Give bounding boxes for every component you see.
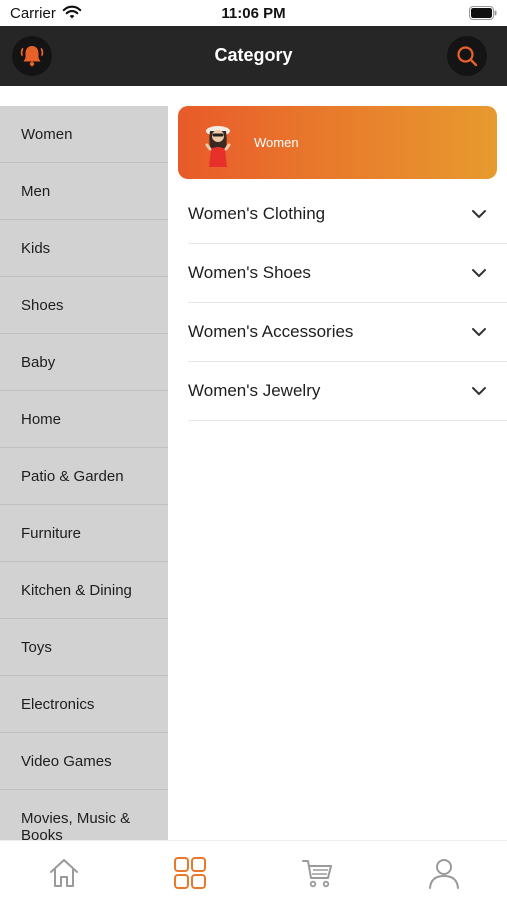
sidebar-item-kitchen-dining[interactable]: Kitchen & Dining xyxy=(0,562,168,619)
sidebar-item-shoes[interactable]: Shoes xyxy=(0,277,168,334)
sidebar-item-label: Toys xyxy=(21,638,52,656)
banner-label: Women xyxy=(254,135,299,150)
sidebar-item-label: Shoes xyxy=(21,296,64,314)
tab-home[interactable] xyxy=(46,855,82,891)
bottom-tab-bar xyxy=(0,840,507,900)
subcategory-list: Women's Clothing Women's Shoes Women's A… xyxy=(188,185,507,421)
sidebar-item-label: Movies, Music & Books xyxy=(21,810,131,840)
subcategory-womens-accessories[interactable]: Women's Accessories xyxy=(188,303,507,362)
sidebar-item-label: Furniture xyxy=(21,524,82,542)
sidebar-item-label: Electronics xyxy=(21,695,95,713)
tab-category[interactable] xyxy=(172,855,208,891)
subcategory-womens-clothing[interactable]: Women's Clothing xyxy=(188,185,507,244)
sidebar-item-label: Home xyxy=(21,410,62,428)
subcategory-womens-jewelry[interactable]: Women's Jewelry xyxy=(188,362,507,421)
grid-icon xyxy=(174,857,206,889)
sidebar-item-label: Women xyxy=(21,125,73,143)
subcategory-label: Women's Jewelry xyxy=(188,381,321,400)
sidebar-item-kids[interactable]: Kids xyxy=(0,220,168,277)
tab-profile[interactable] xyxy=(426,855,462,891)
sidebar-item-label: Kitchen & Dining xyxy=(21,581,132,599)
chevron-down-icon xyxy=(472,269,486,277)
sidebar-item-furniture[interactable]: Furniture xyxy=(0,505,168,562)
sidebar-item-label: Baby xyxy=(21,353,56,371)
page-title: Category xyxy=(214,45,293,65)
chevron-down-icon xyxy=(472,387,486,395)
sidebar-item-movies-music-books[interactable]: Movies, Music & Books xyxy=(0,790,168,840)
sidebar-item-patio-garden[interactable]: Patio & Garden xyxy=(0,448,168,505)
battery-icon xyxy=(469,6,497,20)
subcategory-womens-shoes[interactable]: Women's Shoes xyxy=(188,244,507,303)
subcategory-label: Women's Clothing xyxy=(188,204,326,223)
sidebar-item-label: Kids xyxy=(21,239,51,257)
app-header: Category xyxy=(0,26,507,86)
sidebar-item-home[interactable]: Home xyxy=(0,391,168,448)
profile-icon xyxy=(429,859,459,889)
search-button[interactable] xyxy=(447,36,487,76)
sidebar-item-electronics[interactable]: Electronics xyxy=(0,676,168,733)
sidebar-item-men[interactable]: Men xyxy=(0,163,168,220)
sidebar-item-label: Video Games xyxy=(21,752,112,770)
chevron-down-icon xyxy=(472,328,486,336)
sidebar-item-toys[interactable]: Toys xyxy=(0,619,168,676)
category-sidebar: Women Men Kids Shoes Baby Home Patio & G… xyxy=(0,106,168,840)
search-icon xyxy=(457,46,478,67)
sidebar-item-women[interactable]: Women xyxy=(0,106,168,163)
woman-avatar-icon xyxy=(205,125,231,167)
status-bar: Carrier 11:06 PM xyxy=(0,0,507,26)
home-icon xyxy=(50,859,78,887)
sidebar-item-baby[interactable]: Baby xyxy=(0,334,168,391)
sidebar-item-label: Men xyxy=(21,182,51,200)
status-time: 11:06 PM xyxy=(221,5,286,22)
sidebar-item-label: Patio & Garden xyxy=(21,467,124,485)
cart-icon xyxy=(302,860,332,888)
sidebar-item-video-games[interactable]: Video Games xyxy=(0,733,168,790)
subcategory-label: Women's Shoes xyxy=(188,263,311,282)
category-banner[interactable]: Women xyxy=(178,106,497,179)
subcategory-label: Women's Accessories xyxy=(188,322,354,341)
chevron-down-icon xyxy=(472,210,486,218)
tab-cart[interactable] xyxy=(300,855,336,891)
